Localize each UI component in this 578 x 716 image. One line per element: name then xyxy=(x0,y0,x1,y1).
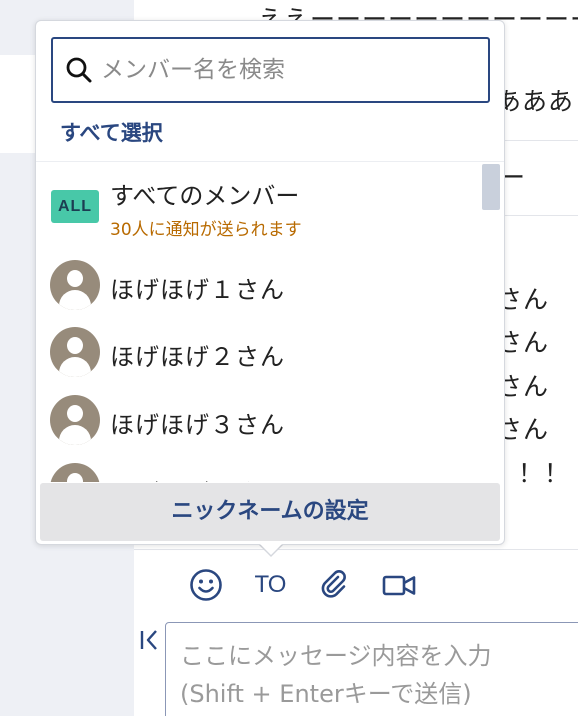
video-icon xyxy=(382,575,416,596)
list-item-member[interactable]: ほげほげ３さん xyxy=(36,383,476,449)
select-all-link[interactable]: すべて選択 xyxy=(60,117,163,147)
attach-button[interactable] xyxy=(314,566,354,604)
collapse-left-icon xyxy=(140,630,157,650)
all-members-name: すべてのメンバー xyxy=(110,182,300,210)
all-badge: ALL xyxy=(51,190,99,223)
mention-popover: すべて選択 ALL すべてのメンバー 30人に通知が送られます ほげほげ１さん … xyxy=(35,20,505,545)
avatar xyxy=(50,327,100,377)
paperclip-icon xyxy=(321,570,346,598)
list-item-member[interactable]: ほげほげ２さん xyxy=(36,315,476,381)
to-button[interactable]: TO xyxy=(250,566,290,604)
composer-divider xyxy=(134,549,578,550)
list-item-member[interactable]: ほげほげ１さん xyxy=(36,248,476,314)
avatar xyxy=(50,260,100,310)
avatar xyxy=(50,395,100,445)
member-search-input[interactable] xyxy=(101,57,461,83)
nickname-settings-button[interactable]: ニックネームの設定 xyxy=(40,483,500,541)
emoji-button[interactable] xyxy=(186,566,226,604)
message-input[interactable] xyxy=(165,622,578,716)
member-name: ほげほげ１さん xyxy=(110,276,285,304)
popover-arrow-fill xyxy=(259,543,283,555)
avatar xyxy=(50,463,100,482)
member-name: ほげほげ４さん xyxy=(110,473,285,482)
member-name: ほげほげ３さん xyxy=(110,411,285,439)
list-scrollbar[interactable] xyxy=(482,164,500,210)
search-icon xyxy=(66,57,92,83)
emoji-icon xyxy=(190,569,222,601)
video-call-button[interactable] xyxy=(378,566,420,604)
list-item-all-members[interactable]: ALL すべてのメンバー 30人に通知が送られます xyxy=(36,162,476,240)
collapse-sidebar-button[interactable] xyxy=(138,625,164,655)
message-text: あああ xyxy=(496,87,575,116)
member-list: ALL すべてのメンバー 30人に通知が送られます ほげほげ１さん ほげほげ２さ… xyxy=(36,162,504,482)
member-search-box[interactable] xyxy=(51,37,490,103)
member-name: ほげほげ２さん xyxy=(110,343,285,371)
notification-count-note: 30人に通知が送られます xyxy=(110,220,302,240)
list-item-member[interactable]: ほげほげ４さん xyxy=(36,451,476,482)
